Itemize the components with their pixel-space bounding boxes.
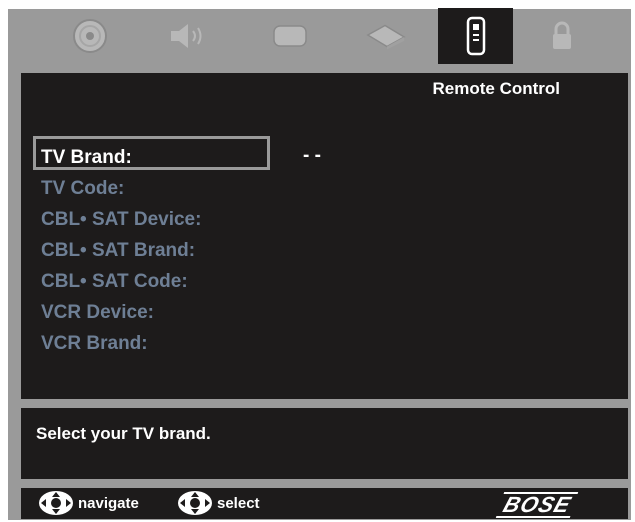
speaker-icon [171,24,202,48]
menu-item-tv-code[interactable]: TV Code: [41,173,201,204]
dpad-select-icon [178,491,212,515]
panel-title: Remote Control [432,79,561,98]
menu-item-tv-brand[interactable]: TV Brand: [41,142,201,173]
tab-wedge[interactable] [364,12,408,60]
wedge-icon [366,24,406,50]
settings-menu: TV Brand: TV Code: CBL• SAT Device: CBL•… [41,142,201,359]
lock-icon [553,21,571,49]
menu-item-cbl-sat-code[interactable]: CBL• SAT Code: [41,266,201,297]
help-text: Select your TV brand. [36,424,211,443]
navigate-label: navigate [78,494,139,512]
disc-icon [73,19,107,53]
tab-speaker[interactable] [166,12,210,60]
tab-remote[interactable] [438,8,513,64]
menu-item-vcr-brand[interactable]: VCR Brand: [41,328,201,359]
screen-icon [273,25,307,47]
dpad-navigate-icon [39,491,73,515]
tab-lock[interactable] [540,12,584,60]
menu-item-vcr-device[interactable]: VCR Device: [41,297,201,328]
tab-screen[interactable] [268,12,312,60]
tab-disc[interactable] [68,12,112,60]
tv-brand-value[interactable]: - - [303,145,321,167]
navigate-hint: navigate [38,491,139,515]
remote-icon [466,16,485,56]
menu-item-cbl-sat-brand[interactable]: CBL• SAT Brand: [41,235,201,266]
menu-item-cbl-sat-device[interactable]: CBL• SAT Device: [41,204,201,235]
bose-logo: BOSE [495,492,579,518]
select-label: select [217,494,260,512]
select-hint: select [177,491,260,515]
